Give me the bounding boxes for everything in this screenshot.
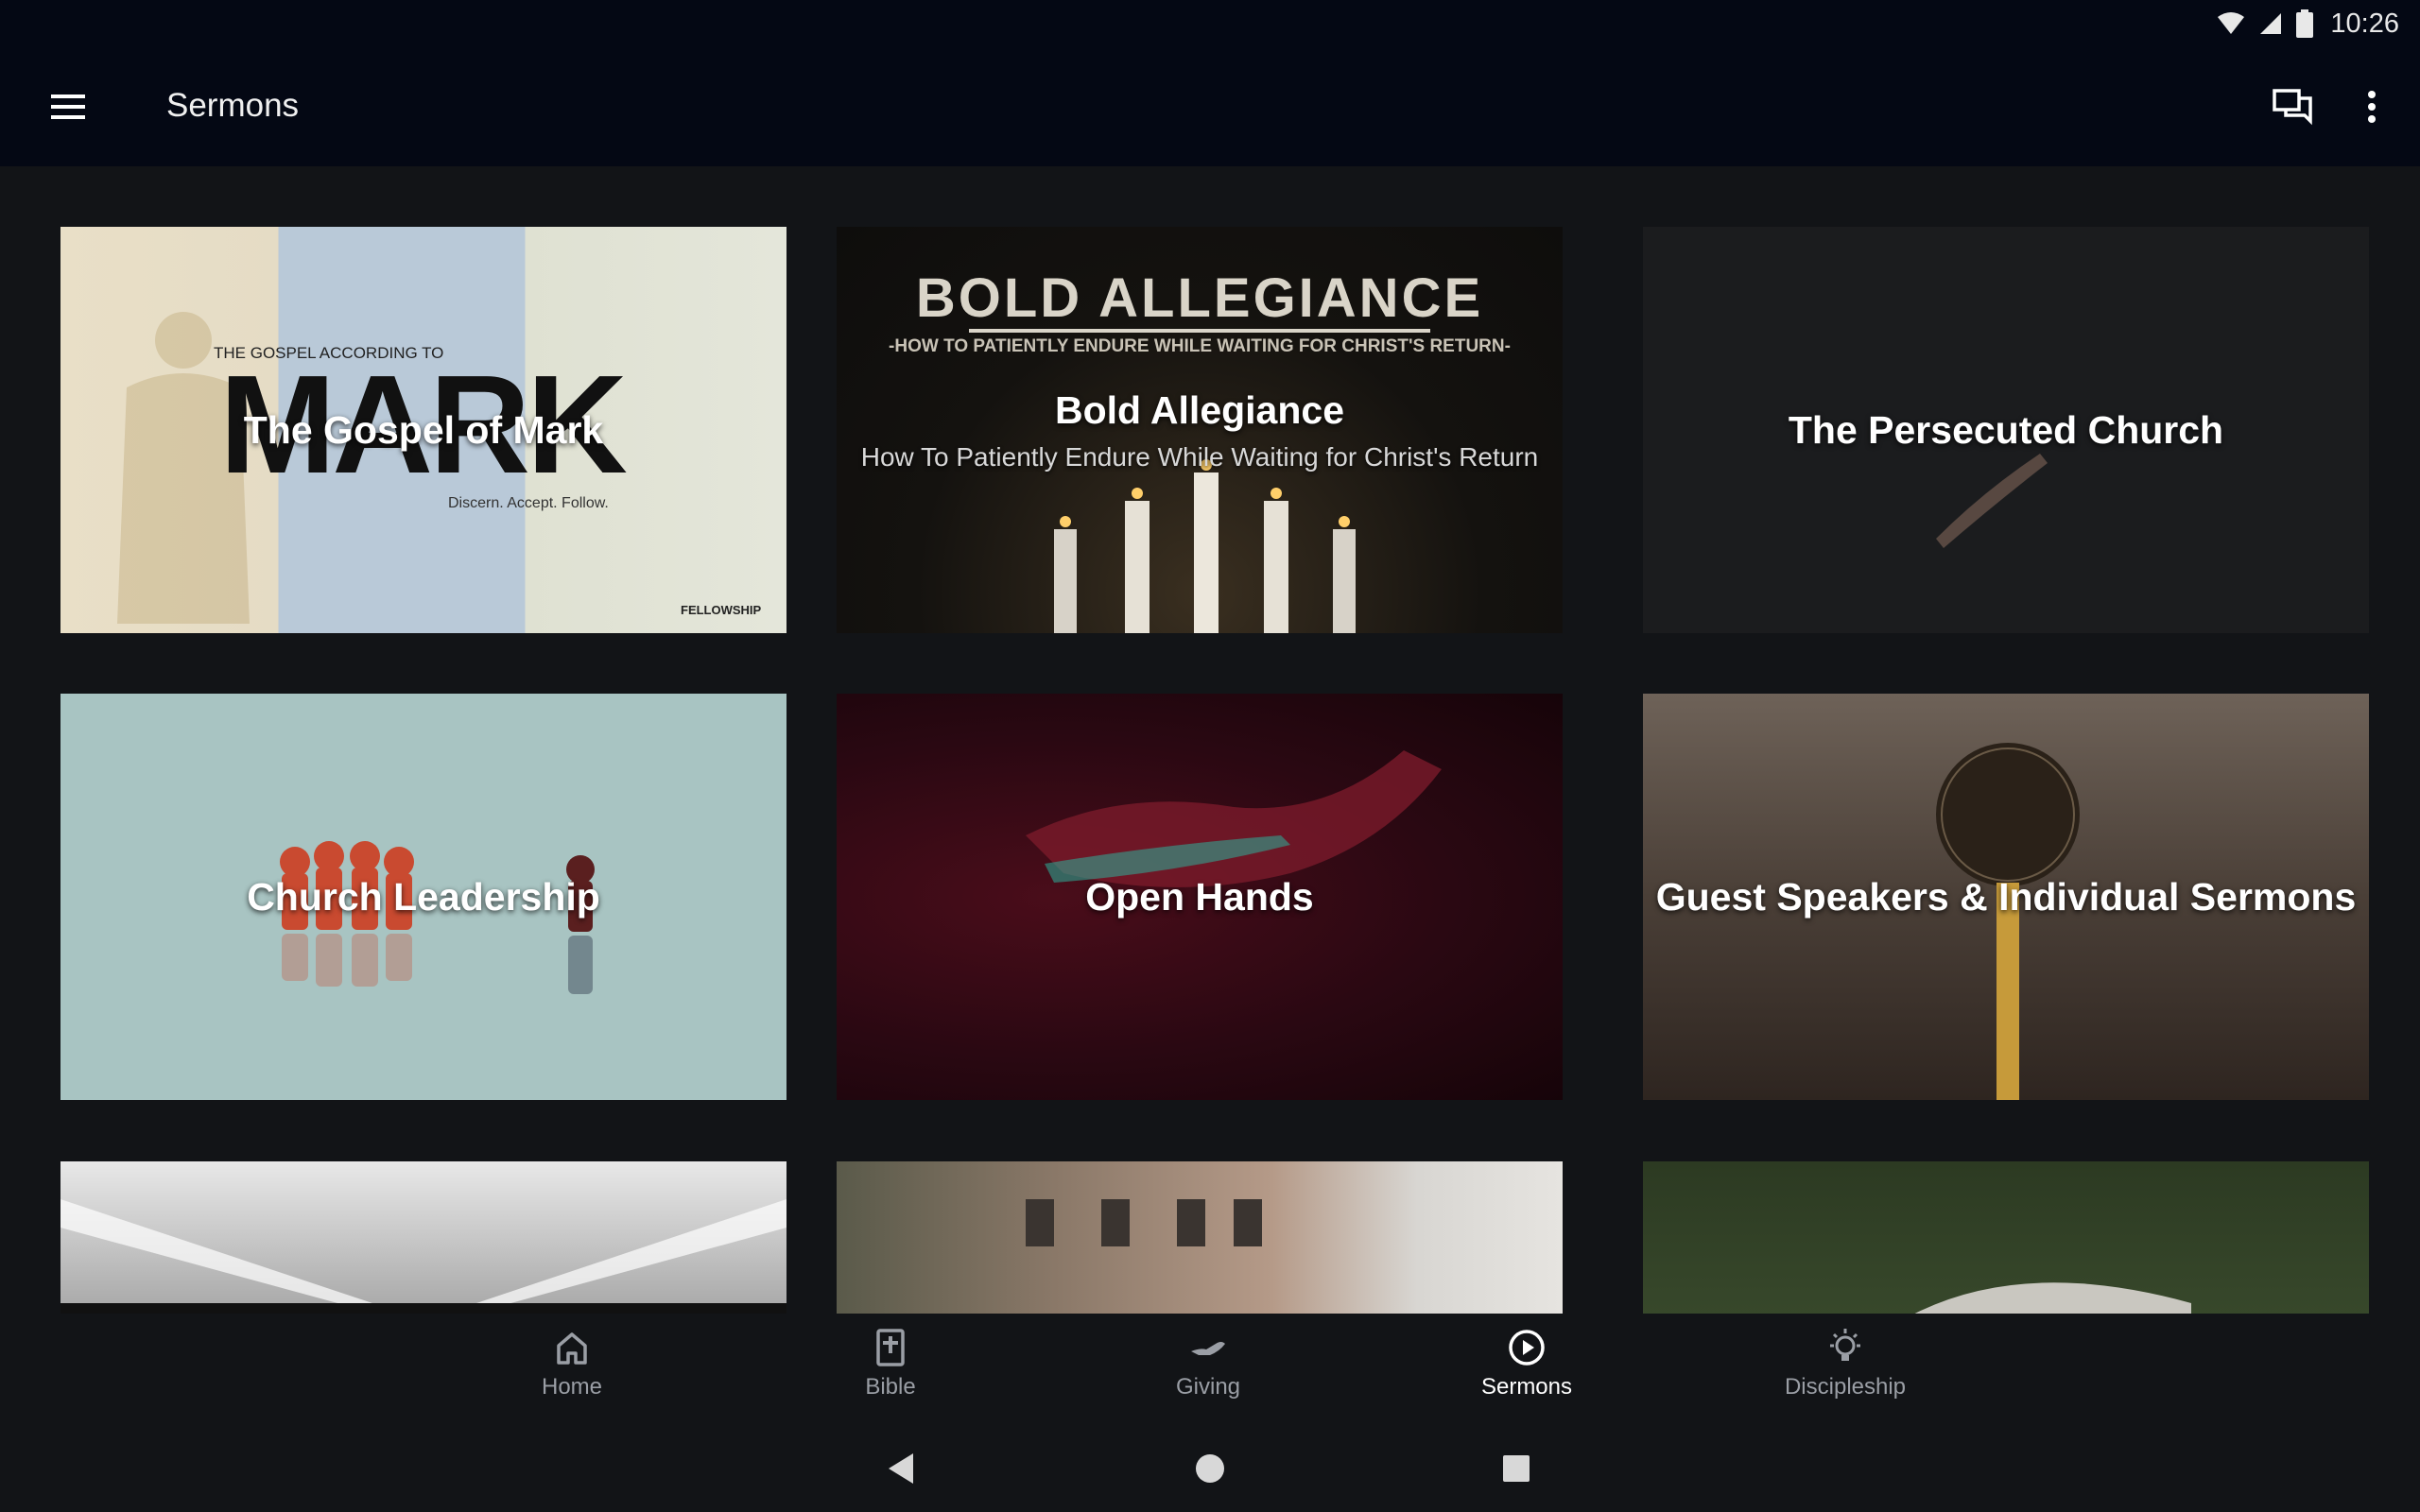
nav-giving-label: Giving — [1175, 1374, 1241, 1400]
series-title: Guest Speakers & Individual Sermons — [1655, 874, 2357, 919]
nav-home[interactable]: Home — [477, 1327, 666, 1418]
series-card[interactable]: Guest Speakers & Individual Sermons — [1643, 694, 2369, 1100]
artwork-tagline: Discern. Accept. Follow. — [448, 495, 609, 511]
church-logo: FELLOWSHIP — [681, 603, 762, 617]
lightbulb-icon — [1830, 1329, 1860, 1361]
nav-giving[interactable]: Giving — [1114, 1327, 1303, 1418]
recents-square-icon — [1503, 1455, 1530, 1482]
series-title: Church Leadership — [247, 874, 600, 919]
building-image — [1026, 1199, 1262, 1246]
cell-signal-icon — [2260, 13, 2282, 34]
page-title: Sermons — [166, 87, 300, 124]
candles-image — [1054, 459, 1356, 633]
giving-icon — [1191, 1342, 1225, 1355]
nav-discipleship-label: Discipleship — [1784, 1374, 1907, 1400]
artwork-headline: BOLD ALLEGIANCE — [915, 267, 1484, 329]
nav-discipleship[interactable]: Discipleship — [1751, 1327, 1940, 1418]
series-card[interactable] — [837, 1161, 1563, 1314]
system-navigation-bar — [0, 1425, 2420, 1512]
artwork-divider — [969, 329, 1430, 333]
home-circle-icon — [1196, 1454, 1224, 1483]
system-home-button[interactable] — [1187, 1446, 1233, 1491]
ceiling-image — [60, 1199, 786, 1314]
series-title: The Gospel of Mark — [243, 407, 604, 452]
series-card[interactable] — [60, 1161, 786, 1314]
nav-home-label: Home — [541, 1374, 603, 1400]
play-circle-icon — [1509, 1330, 1545, 1366]
series-title: Open Hands — [1085, 874, 1314, 919]
series-card[interactable]: Open Hands — [837, 694, 1563, 1100]
series-subtitle: How To Patiently Endure While Waiting fo… — [860, 441, 1539, 472]
battery-icon — [2296, 9, 2314, 38]
system-back-button[interactable] — [879, 1446, 925, 1491]
series-artwork — [1643, 1161, 2369, 1314]
system-recents-button[interactable] — [1494, 1446, 1539, 1491]
more-vert-icon — [2368, 91, 2376, 123]
series-artwork — [60, 1161, 786, 1314]
sermon-series-grid: THE GOSPEL ACCORDING TO MARK Discern. Ac… — [0, 166, 2420, 1314]
series-title: Bold Allegiance — [1054, 387, 1345, 432]
clock: 10:26 — [2330, 8, 2399, 39]
more-options-button[interactable] — [2348, 83, 2395, 130]
status-bar: 10:26 — [0, 0, 2420, 47]
series-card[interactable]: BOLD ALLEGIANCE -HOW TO PATIENTLY ENDURE… — [837, 227, 1563, 633]
series-title: The Persecuted Church — [1788, 407, 2224, 452]
back-triangle-icon — [889, 1453, 913, 1484]
leaf-image — [1914, 1282, 2191, 1314]
app-bar: Sermons — [0, 47, 2420, 166]
nav-bible[interactable]: Bible — [796, 1327, 985, 1418]
wifi-icon — [2218, 12, 2245, 34]
artwork-subheading: -HOW TO PATIENTLY ENDURE WHILE WAITING F… — [889, 336, 1511, 356]
bottom-navigation: Home Bible Giving Sermons Discipleship — [0, 1314, 2420, 1425]
nav-sermons[interactable]: Sermons — [1432, 1327, 1621, 1418]
menu-button[interactable] — [45, 87, 91, 127]
series-card[interactable]: Church Leadership — [60, 694, 786, 1100]
series-card[interactable] — [1643, 1161, 2369, 1314]
chat-icon — [2273, 89, 2312, 126]
bible-icon — [876, 1329, 905, 1366]
series-card[interactable]: THE GOSPEL ACCORDING TO MARK Discern. Ac… — [60, 227, 786, 633]
chat-button[interactable] — [2269, 83, 2316, 130]
hamburger-icon — [51, 94, 85, 119]
series-card[interactable]: The Persecuted Church — [1643, 227, 2369, 633]
nav-sermons-label: Sermons — [1480, 1374, 1573, 1400]
home-icon — [557, 1332, 587, 1365]
nav-bible-label: Bible — [865, 1374, 916, 1400]
series-artwork — [837, 1161, 1563, 1314]
